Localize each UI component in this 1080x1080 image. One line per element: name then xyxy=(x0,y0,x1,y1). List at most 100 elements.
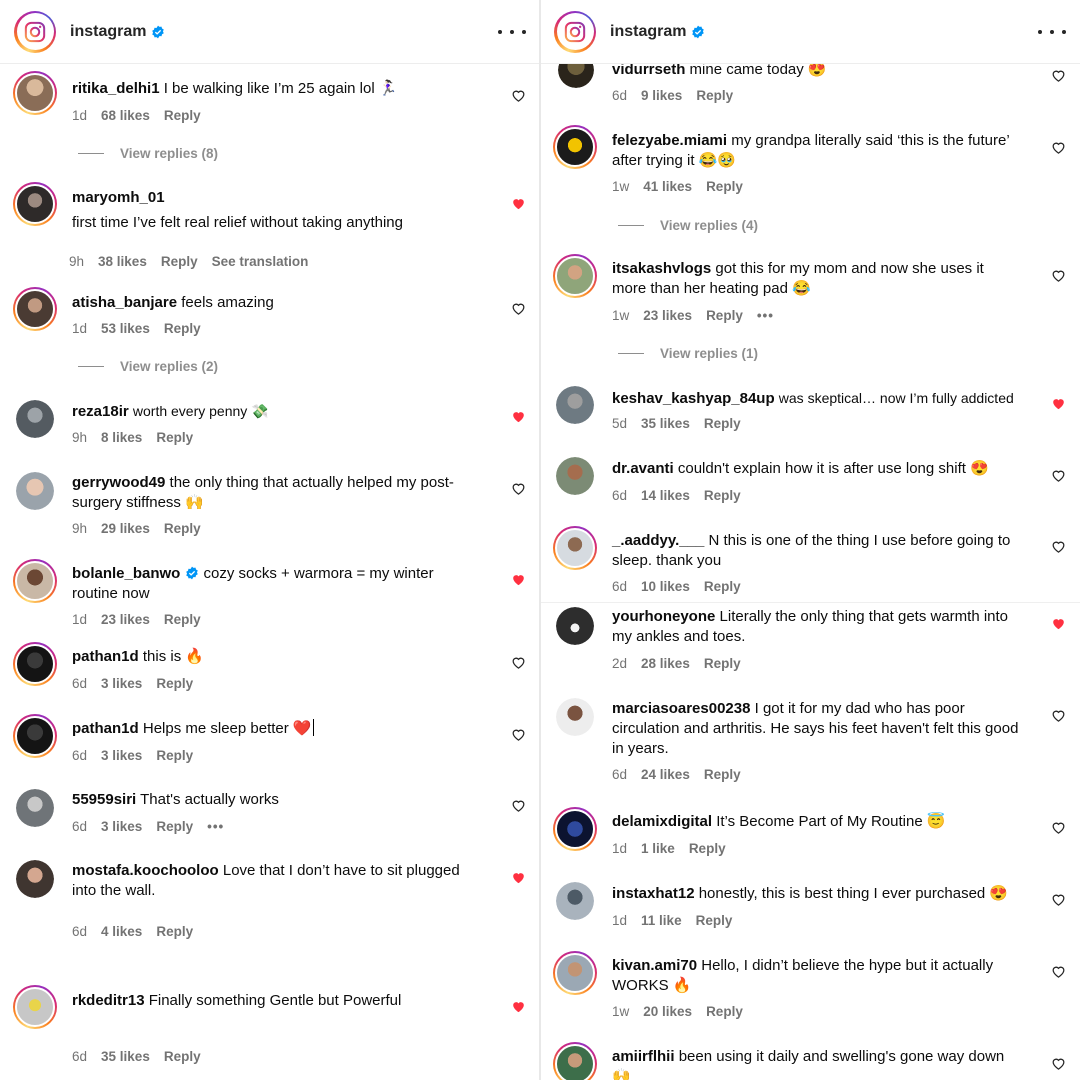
reply-button[interactable]: Reply xyxy=(704,767,741,782)
reply-button[interactable]: Reply xyxy=(156,748,193,763)
avatar[interactable] xyxy=(16,789,54,827)
avatar[interactable] xyxy=(13,642,57,686)
comment-username[interactable]: amiirflhii xyxy=(612,1048,675,1065)
reply-button[interactable]: Reply xyxy=(696,88,733,103)
reply-button[interactable]: Reply xyxy=(704,579,741,594)
reply-button[interactable]: Reply xyxy=(696,913,733,928)
reply-button[interactable]: Reply xyxy=(706,308,743,323)
avatar[interactable] xyxy=(13,714,57,758)
comment-likes[interactable]: 10 likes xyxy=(641,579,690,594)
reply-button[interactable]: Reply xyxy=(164,612,201,627)
reply-button[interactable]: Reply xyxy=(706,179,743,194)
avatar[interactable] xyxy=(556,457,594,495)
more-options-button[interactable] xyxy=(1038,20,1066,44)
comment-likes[interactable]: 11 like xyxy=(641,913,682,928)
heart-icon[interactable] xyxy=(1051,68,1066,83)
comment-likes[interactable]: 1 like xyxy=(641,841,675,856)
comment-likes[interactable]: 35 likes xyxy=(641,416,690,431)
reply-button[interactable]: Reply xyxy=(156,819,193,834)
see-translation-button[interactable]: See translation xyxy=(212,254,309,269)
instagram-avatar[interactable] xyxy=(14,10,56,53)
comment-username[interactable]: delamixdigital xyxy=(612,813,712,830)
comment-likes[interactable]: 3 likes xyxy=(101,748,142,763)
heart-icon[interactable] xyxy=(1051,708,1066,723)
avatar[interactable] xyxy=(553,807,597,851)
reply-button[interactable]: Reply xyxy=(689,841,726,856)
comment-likes[interactable]: 53 likes xyxy=(101,321,150,336)
heart-filled-icon[interactable] xyxy=(511,572,526,587)
comment-likes[interactable]: 29 likes xyxy=(101,521,150,536)
avatar[interactable] xyxy=(16,860,54,898)
comment-username[interactable]: reza18ir xyxy=(72,403,129,420)
comment-username[interactable]: bolanle_banwo xyxy=(72,565,180,582)
heart-icon[interactable] xyxy=(511,481,526,496)
view-replies-button[interactable]: View replies (4) xyxy=(618,218,758,233)
reply-button[interactable]: Reply xyxy=(706,1004,743,1019)
ellipsis-icon[interactable]: ••• xyxy=(207,819,224,834)
comment-username[interactable]: instaxhat12 xyxy=(612,885,695,902)
heart-icon[interactable] xyxy=(1051,468,1066,483)
heart-icon[interactable] xyxy=(1051,964,1066,979)
view-replies-button[interactable]: View replies (1) xyxy=(618,346,758,361)
comment-likes[interactable]: 4 likes xyxy=(101,924,142,939)
ellipsis-icon[interactable]: ••• xyxy=(757,308,774,323)
heart-icon[interactable] xyxy=(511,88,526,103)
heart-icon[interactable] xyxy=(1051,1056,1066,1071)
reply-button[interactable]: Reply xyxy=(156,430,193,445)
view-replies-button[interactable]: View replies (8) xyxy=(78,146,218,161)
comment-likes[interactable]: 35 likes xyxy=(101,1049,150,1064)
comment-username[interactable]: ritika_delhi1 xyxy=(72,80,160,97)
comment-likes[interactable]: 3 likes xyxy=(101,676,142,691)
avatar[interactable] xyxy=(13,559,57,603)
avatar[interactable] xyxy=(556,607,594,645)
account-handle[interactable]: instagram xyxy=(610,23,686,41)
reply-button[interactable]: Reply xyxy=(164,321,201,336)
comment-likes[interactable]: 20 likes xyxy=(643,1004,692,1019)
reply-button[interactable]: Reply xyxy=(156,676,193,691)
comment-likes[interactable]: 23 likes xyxy=(101,612,150,627)
comment-likes[interactable]: 8 likes xyxy=(101,430,142,445)
avatar[interactable] xyxy=(16,400,54,438)
avatar[interactable] xyxy=(13,985,57,1029)
comment-likes[interactable]: 41 likes xyxy=(643,179,692,194)
heart-filled-icon[interactable] xyxy=(1051,396,1066,411)
comment-username[interactable]: gerrywood49 xyxy=(72,474,165,491)
avatar[interactable] xyxy=(553,254,597,298)
comment-username[interactable]: felezyabe.miami xyxy=(612,132,727,149)
heart-filled-icon[interactable] xyxy=(511,196,526,211)
comment-likes[interactable]: 28 likes xyxy=(641,656,690,671)
avatar[interactable] xyxy=(553,125,597,169)
heart-icon[interactable] xyxy=(511,798,526,813)
heart-filled-icon[interactable] xyxy=(1051,616,1066,631)
heart-filled-icon[interactable] xyxy=(511,870,526,885)
avatar[interactable] xyxy=(556,386,594,424)
comment-username[interactable]: 55959siri xyxy=(72,791,136,808)
heart-icon[interactable] xyxy=(1051,140,1066,155)
reply-button[interactable]: Reply xyxy=(704,488,741,503)
avatar[interactable] xyxy=(16,472,54,510)
heart-filled-icon[interactable] xyxy=(511,409,526,424)
avatar[interactable] xyxy=(13,287,57,331)
avatar[interactable] xyxy=(13,71,57,115)
heart-icon[interactable] xyxy=(511,727,526,742)
avatar[interactable] xyxy=(556,882,594,920)
heart-icon[interactable] xyxy=(511,301,526,316)
account-handle[interactable]: instagram xyxy=(70,23,146,41)
view-replies-button[interactable]: View replies (2) xyxy=(78,359,218,374)
instagram-avatar[interactable] xyxy=(554,10,596,53)
comment-username[interactable]: pathan1d xyxy=(72,720,139,737)
comment-username[interactable]: marciasoares00238 xyxy=(612,700,750,717)
comment-username[interactable]: maryomh_01 xyxy=(72,188,482,208)
comment-likes[interactable]: 38 likes xyxy=(98,254,147,269)
avatar[interactable] xyxy=(553,1042,597,1080)
reply-button[interactable]: Reply xyxy=(164,1049,201,1064)
reply-button[interactable]: Reply xyxy=(704,416,741,431)
comment-likes[interactable]: 68 likes xyxy=(101,108,150,123)
comment-username[interactable]: keshav_kashyap_84up xyxy=(612,390,775,407)
reply-button[interactable]: Reply xyxy=(156,924,193,939)
heart-icon[interactable] xyxy=(1051,820,1066,835)
comment-username[interactable]: rkdeditr13 xyxy=(72,992,145,1009)
heart-icon[interactable] xyxy=(511,655,526,670)
comment-likes[interactable]: 14 likes xyxy=(641,488,690,503)
more-options-button[interactable] xyxy=(498,20,526,44)
